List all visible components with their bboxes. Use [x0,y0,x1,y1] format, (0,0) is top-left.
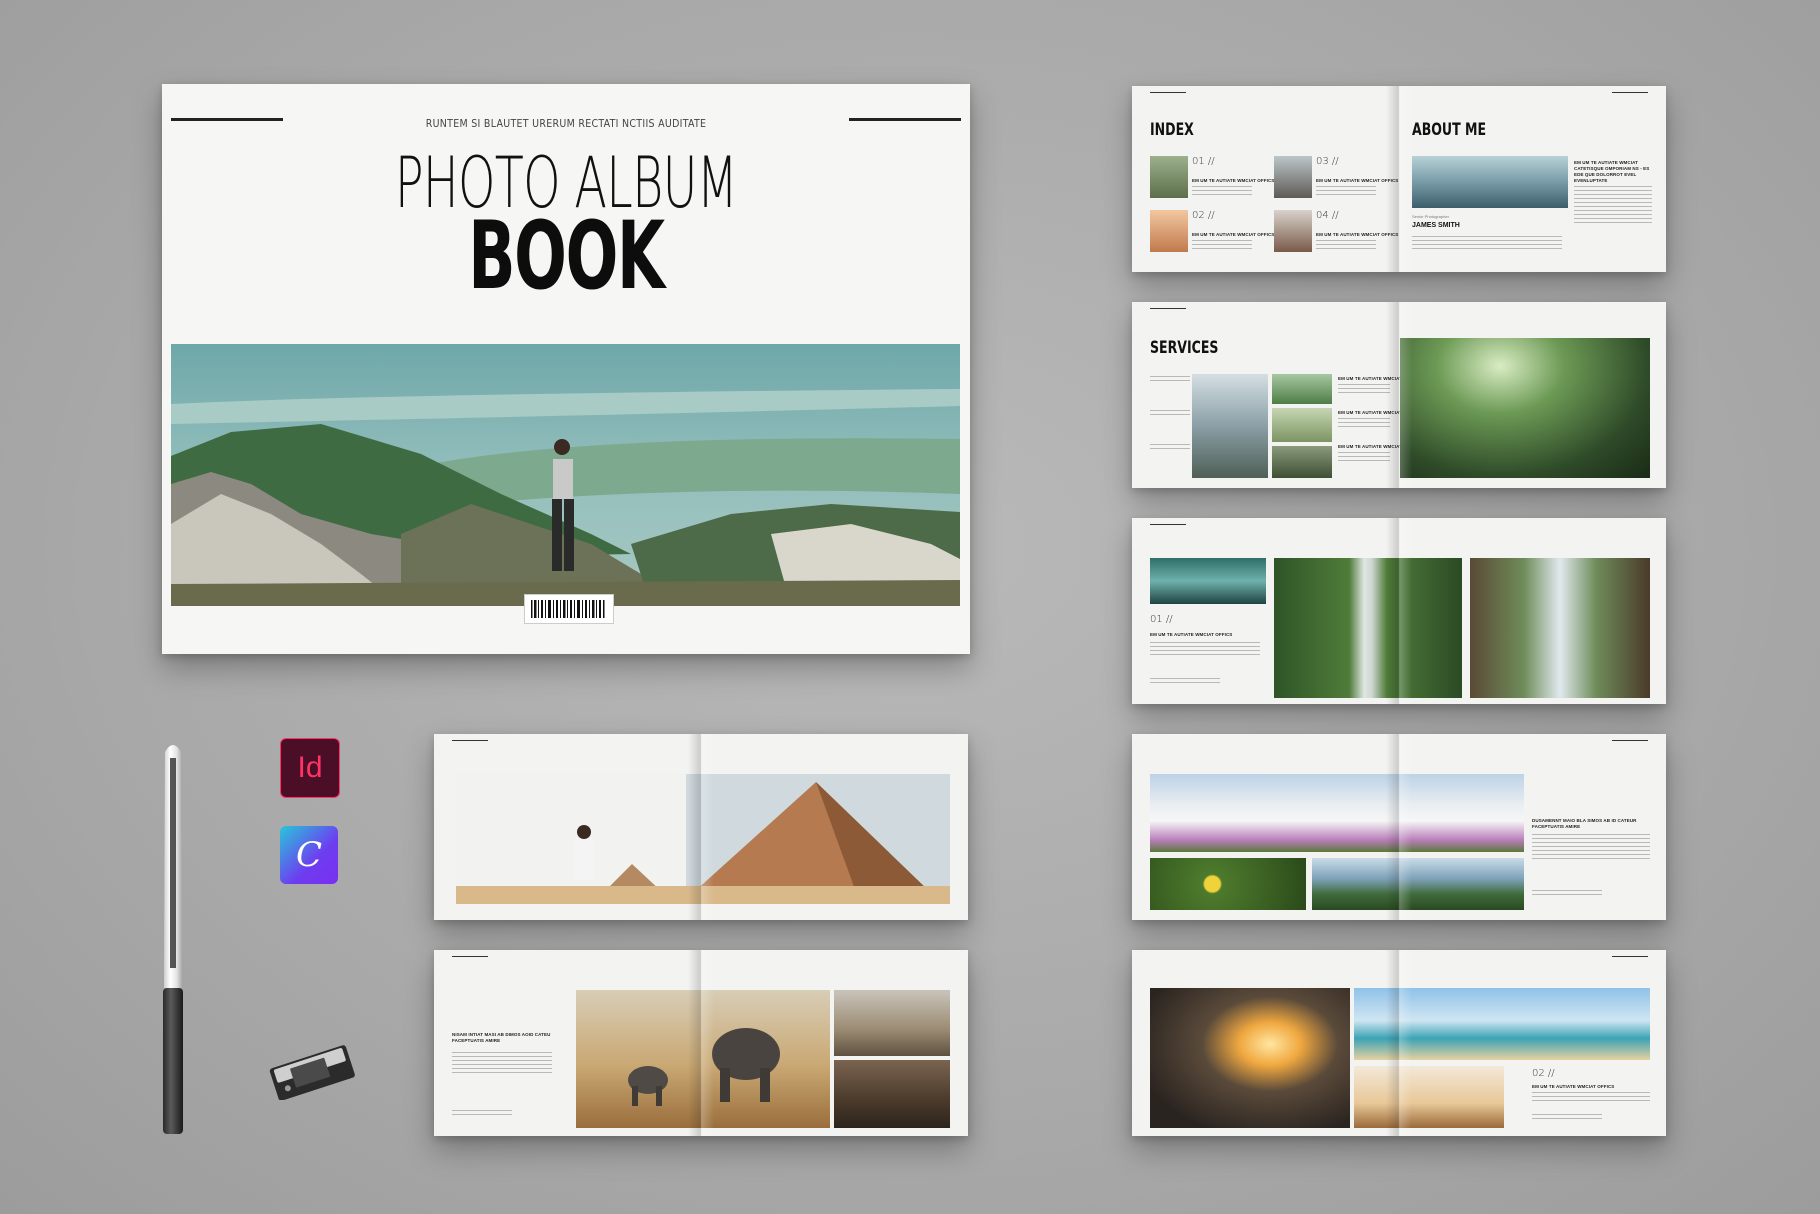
services-photo-1 [1272,374,1332,404]
spread-beach: 02 // EM UM TE AUTIATE WMCIAT OFFICS [1132,950,1666,1136]
about-photo [1412,156,1568,208]
pyramid-photo [456,774,950,904]
index-num-4: 04 // [1316,210,1339,221]
index-caption-3: EM UM TE AUTIATE WMCIAT OFFICS [1316,178,1399,183]
marker-pen [160,738,186,1134]
about-role: Senior Photographer [1412,214,1449,219]
elephant-photo [576,990,830,1128]
text-lines [1338,452,1390,462]
index-num-2: 02 // [1192,210,1215,221]
about-heading: ABOUT ME [1412,120,1487,140]
service-item-2: EM UM TE AUTIATE WMCIAT [1338,410,1402,415]
indesign-icon-label: Id [297,751,323,784]
waterfall-num: 01 // [1150,614,1173,625]
rule [1150,92,1186,93]
canva-icon: C [280,826,338,884]
about-name: JAMES SMITH [1412,222,1460,229]
spread-elephant: NISAM INTIAT MASI AB DIMOS AOID CATEU FA… [434,950,968,1136]
services-photo-2 [1272,408,1332,442]
mountain-caption: DUSAMENNT MAIO BLA SIMOS AB ID CATEUR FA… [1532,818,1637,829]
index-num-1: 01 // [1192,156,1215,167]
services-photo-3 [1272,446,1332,478]
index-num-3: 03 // [1316,156,1339,167]
beach-num: 02 // [1532,1068,1555,1079]
rule [452,956,488,957]
text-lines [1412,236,1562,250]
index-thumb-1 [1150,156,1188,198]
spread-waterfall: 01 // EM UM TE AUTIATE WMCIAT OFFICS [1132,518,1666,704]
index-thumb-3 [1274,156,1312,198]
cover-title-line2: BOOK [468,202,665,311]
indesign-icon: Id [280,738,340,798]
text-lines [1532,834,1650,860]
rule [1612,92,1648,93]
beach-photo-shore [1354,988,1650,1060]
text-lines [1150,376,1190,384]
text-lines [1338,384,1390,394]
canva-icon-label: C [295,835,322,875]
index-caption-2: EM UM TE AUTIATE WMCIAT OFFICS [1192,232,1275,237]
index-caption-1: EM UM TE AUTIATE WMCIAT OFFICS [1192,178,1275,183]
waterfall-photo-main [1274,558,1462,698]
rule [452,740,488,741]
cover-photo-mountain [171,344,960,606]
rule [1150,524,1186,525]
rule [1612,956,1648,957]
text-lines [1532,890,1602,898]
elephant-caption: NISAM INTIAT MASI AB DIMOS AOID CATEU FA… [452,1032,551,1043]
service-item-3: EM UM TE AUTIATE WMCIAT [1338,444,1402,449]
waterfall-caption: EM UM TE AUTIATE WMCIAT OFFICS [1150,632,1233,637]
text-lines [1316,186,1376,198]
mountain-photo-valley [1312,858,1524,910]
spread-index-about: INDEX 01 // EM UM TE AUTIATE WMCIAT OFFI… [1132,86,1666,272]
spread-services: SERVICES EM UM TE AUTIATE WMCIAT EM UM T… [1132,302,1666,488]
text-lines [452,1110,512,1118]
sharpener [262,1044,362,1101]
text-lines [1574,186,1652,226]
text-lines [1150,678,1220,686]
barcode [524,594,614,624]
mountain-photo-flower [1150,858,1306,910]
text-lines [1150,642,1260,656]
about-caption: EM UM TE AUTIATE WMCIAT CATETISQUE OMPOR… [1574,160,1650,183]
deer-photo-2 [834,1060,950,1128]
text-lines [1338,418,1390,428]
rule [1612,740,1648,741]
services-heading: SERVICES [1150,338,1219,358]
text-lines [1316,240,1376,252]
beach-photo-rock [1354,1066,1504,1128]
spread-mountain: DUSAMENNT MAIO BLA SIMOS AB ID CATEUR FA… [1132,734,1666,920]
spread-pyramid: DUSAMENNT MAIO BLA SIMOS AB ID CATEUR FA… [434,734,968,920]
text-lines [1150,444,1190,452]
index-thumb-4 [1274,210,1312,252]
rule [1150,308,1186,309]
beach-photo-arch [1150,988,1350,1128]
text-lines [452,1052,552,1076]
services-photo-forest [1400,338,1650,478]
index-caption-4: EM UM TE AUTIATE WMCIAT OFFICS [1316,232,1399,237]
text-lines [1150,410,1190,418]
text-lines [1532,1114,1602,1122]
deer-photo-1 [834,990,950,1056]
cover-book: RUNTEM SI BLAUTET URERUM RECTATI NCTIIS … [162,84,970,654]
service-item-1: EM UM TE AUTIATE WMCIAT [1338,376,1402,381]
services-photo-map [1192,374,1268,478]
mountain-photo-snow [1150,774,1524,852]
text-lines [1192,186,1252,198]
index-heading: INDEX [1150,120,1194,140]
waterfall-photo-2 [1470,558,1650,698]
text-lines [1532,1092,1650,1104]
beach-caption: EM UM TE AUTIATE WMCIAT OFFICS [1532,1084,1615,1089]
waterfall-photo-bridge [1150,558,1266,604]
index-thumb-2 [1150,210,1188,252]
text-lines [1192,240,1252,252]
cover-tagline: RUNTEM SI BLAUTET URERUM RECTATI NCTIIS … [425,118,707,130]
